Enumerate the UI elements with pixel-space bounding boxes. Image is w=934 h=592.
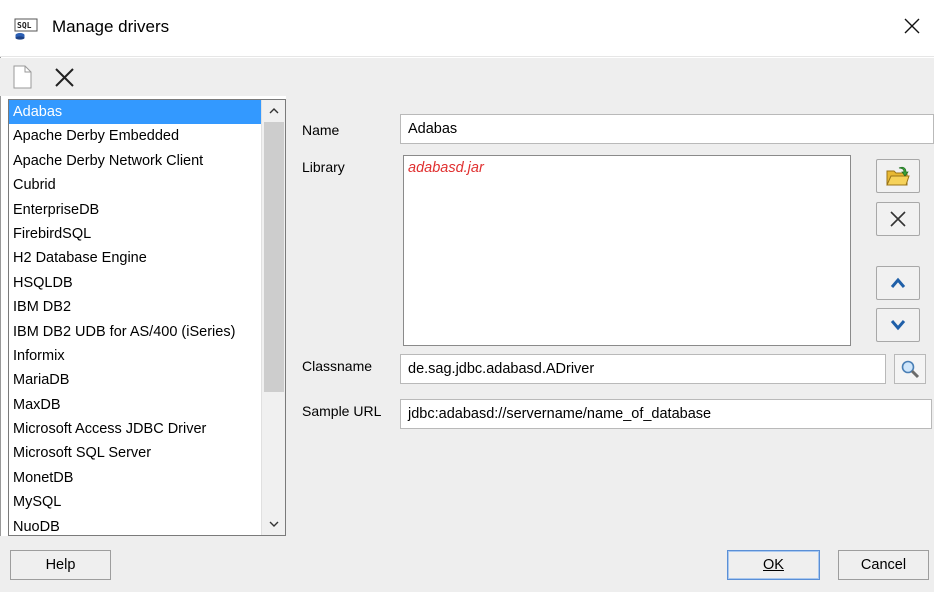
driver-list-item[interactable]: MySQL xyxy=(9,490,261,514)
driver-list-item[interactable]: Apache Derby Network Client xyxy=(9,149,261,173)
driver-list-item[interactable]: Adabas xyxy=(9,100,261,125)
sample-url-label: Sample URL xyxy=(302,403,382,419)
driver-list-item[interactable]: MariaDB xyxy=(9,368,261,392)
scroll-thumb[interactable] xyxy=(264,122,284,392)
driver-list[interactable]: Adabas Apache Derby Embedded Apache Derby … xyxy=(8,99,286,536)
driver-list-items: Adabas Apache Derby Embedded Apache Derby … xyxy=(9,100,261,535)
title-bar: SQL Manage drivers xyxy=(0,0,934,57)
driver-list-item[interactable]: MonetDB xyxy=(9,466,261,490)
sample-url-field[interactable]: jdbc:adabasd://servername/name_of_databa… xyxy=(400,399,932,429)
add-library-button[interactable] xyxy=(876,159,920,193)
chevron-up-icon xyxy=(890,277,906,288)
driver-list-item[interactable]: MaxDB xyxy=(9,393,261,417)
driver-list-item[interactable]: Apache Derby Embedded xyxy=(9,124,261,148)
chevron-down-icon xyxy=(890,320,906,331)
chevron-up-icon[interactable] xyxy=(262,100,286,122)
dialog-footer: Help OK Cancel xyxy=(0,536,934,592)
svg-text:SQL: SQL xyxy=(17,21,32,30)
driver-list-item[interactable]: HSQLDB xyxy=(9,271,261,295)
search-icon xyxy=(901,360,920,379)
delete-icon xyxy=(890,211,906,227)
driver-list-item[interactable]: H2 Database Engine xyxy=(9,246,261,270)
driver-list-item[interactable]: IBM DB2 xyxy=(9,295,261,319)
move-down-button[interactable] xyxy=(876,308,920,342)
driver-details-panel: Name Adabas Library adabasd.jar Classnam… xyxy=(286,96,934,536)
toolbar xyxy=(0,58,934,96)
driver-list-item[interactable]: Microsoft Access JDBC Driver xyxy=(9,417,261,441)
driver-list-item[interactable]: IBM DB2 UDB for AS/400 (iSeries) xyxy=(9,320,261,344)
classname-label: Classname xyxy=(302,358,373,374)
cancel-button-label: Cancel xyxy=(860,557,907,573)
new-document-icon[interactable] xyxy=(10,63,36,91)
library-label: Library xyxy=(302,159,345,175)
cancel-button[interactable]: Cancel xyxy=(838,550,929,580)
find-class-button[interactable] xyxy=(894,354,926,384)
move-up-button[interactable] xyxy=(876,266,920,300)
library-entry[interactable]: adabasd.jar xyxy=(408,160,846,176)
ok-button[interactable]: OK xyxy=(727,550,820,580)
driver-list-item[interactable]: EnterpriseDB xyxy=(9,198,261,222)
delete-icon[interactable] xyxy=(52,63,78,91)
driver-list-item[interactable]: FirebirdSQL xyxy=(9,222,261,246)
classname-field[interactable]: de.sag.jdbc.adabasd.ADriver xyxy=(400,354,886,384)
driver-list-item[interactable]: Cubrid xyxy=(9,173,261,197)
help-button[interactable]: Help xyxy=(10,550,111,580)
name-field[interactable]: Adabas xyxy=(400,114,934,144)
ok-button-label: OK xyxy=(763,557,784,573)
driver-list-scrollbar[interactable] xyxy=(261,100,285,535)
driver-list-item[interactable]: Microsoft SQL Server xyxy=(9,441,261,465)
name-label: Name xyxy=(302,122,340,138)
window-title: Manage drivers xyxy=(52,17,170,36)
remove-library-button[interactable] xyxy=(876,202,920,236)
sql-icon: SQL xyxy=(14,18,38,40)
driver-list-item[interactable]: NuoDB xyxy=(9,515,261,535)
driver-list-item[interactable]: Informix xyxy=(9,344,261,368)
open-folder-icon xyxy=(886,166,910,186)
chevron-down-icon[interactable] xyxy=(262,513,286,535)
close-icon[interactable] xyxy=(900,14,924,38)
library-list[interactable]: adabasd.jar xyxy=(403,155,851,346)
